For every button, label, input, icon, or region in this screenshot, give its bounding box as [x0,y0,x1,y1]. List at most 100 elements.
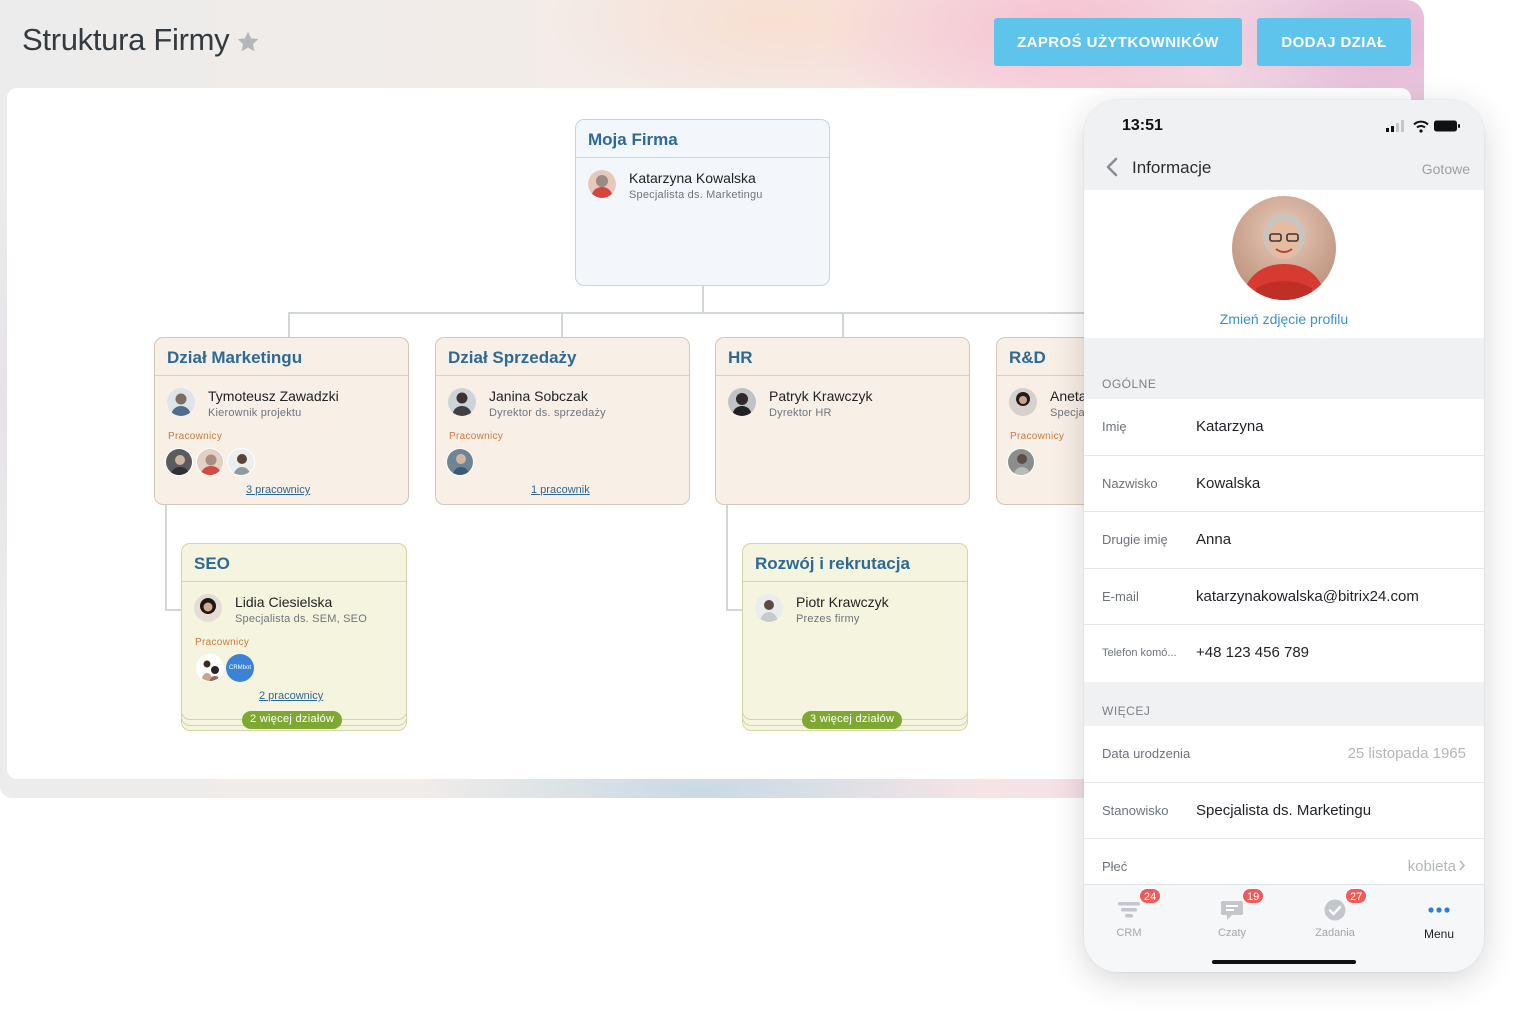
more-departments-badge[interactable]: 3 więcej działów [802,711,903,729]
nav-title: Informacje [1132,158,1212,177]
head-name[interactable]: Patryk Krawczyk [769,388,872,404]
home-indicator[interactable] [1212,960,1356,964]
head-role: Specja [1050,407,1085,419]
dept-card-hr[interactable]: HR Patryk Krawczyk Dyrektor HR [715,337,970,505]
dept-card-root[interactable]: Moja Firma Katarzyna Kowalska Specjalist… [575,119,830,286]
more-fields: Data urodzenia 25 listopada 1965 Stanowis… [1084,726,1484,896]
head-name[interactable]: Tymoteusz Zawadzki [208,388,339,404]
dept-card-seo[interactable]: SEO Lidia Ciesielska Specjalista ds. SEM… [181,543,407,720]
field-mobile-phone[interactable]: Telefon komó... +48 123 456 789 [1084,625,1484,682]
wifi-icon [1413,120,1429,133]
section-header-general: OGÓLNE [1102,377,1157,391]
field-label: Imię [1102,419,1127,434]
avatar [167,388,195,416]
field-label: Stanowisko [1102,802,1169,818]
page-title: Struktura Firmy [22,22,230,57]
field-value[interactable]: Katarzyna [1196,418,1264,435]
field-value[interactable]: Kowalska [1196,475,1260,492]
tab-chats[interactable]: 19 Czaty [1187,885,1277,945]
connector [726,609,742,611]
dept-title: SEO [182,544,406,582]
tab-menu[interactable]: Menu [1394,885,1484,945]
field-birth-date[interactable]: Data urodzenia 25 listopada 1965 [1084,726,1484,783]
avatar [194,594,222,622]
head-role: Specjalista ds. Marketingu [629,189,763,201]
field-value[interactable]: Anna [1196,531,1231,548]
field-position[interactable]: Stanowisko Specjalista ds. Marketingu [1084,783,1484,839]
more-departments-badge[interactable]: 2 więcej działów [242,711,343,729]
funnel-icon [1118,902,1140,918]
employees-link[interactable]: 2 pracownicy [259,690,323,702]
dept-card-recruitment[interactable]: Rozwój i rekrutacja Piotr Krawczyk Preze… [742,543,968,720]
tab-label: Czaty [1217,927,1247,939]
signal-icon [1386,120,1404,132]
connector [842,312,844,338]
avatar[interactable] [446,448,474,476]
dept-card-marketing[interactable]: Dział Marketingu Tymoteusz Zawadzki Kier… [154,337,409,505]
tab-label: CRM [1116,927,1142,939]
notification-badge: 27 [1345,888,1368,904]
check-circle-icon [1324,899,1346,921]
tab-tasks[interactable]: 27 Zadania [1290,885,1380,945]
avatar[interactable] [196,448,224,476]
status-icons [1386,120,1460,133]
general-fields: Imię Katarzyna Nazwisko Kowalska Drugie im… [1084,399,1484,682]
field-middle-name[interactable]: Drugie imię Anna [1084,512,1484,569]
avatar[interactable] [165,448,193,476]
field-first-name[interactable]: Imię Katarzyna [1084,399,1484,456]
gender-value[interactable]: kobieta [1408,858,1466,875]
field-label: Płeć [1102,859,1128,874]
status-time: 13:51 [1122,117,1163,134]
head-name[interactable]: Janina Sobczak [489,388,588,404]
employees-label: Pracownicy [195,637,250,648]
field-value[interactable]: Specjalista ds. Marketingu [1196,802,1371,819]
field-email[interactable]: E-mail katarzynakowalska@bitrix24.com [1084,569,1484,625]
head-role: Dyrektor ds. sprzedaży [489,407,606,419]
head-role: Dyrektor HR [769,407,832,419]
employees-link[interactable]: 3 pracownicy [246,484,310,496]
avatar [1009,388,1037,416]
avatar[interactable] [1007,448,1035,476]
avatar [755,594,783,622]
star-icon[interactable] [235,29,261,55]
battery-icon [1434,120,1460,132]
head-name[interactable]: Lidia Ciesielska [235,594,332,610]
chevron-right-icon [1459,860,1466,871]
notification-badge: 24 [1139,888,1162,904]
done-button[interactable]: Gotowe [1422,161,1470,177]
phone-screen: 13:51 Informacje Gotowe Zmień zdjęcie pr… [1084,100,1484,972]
back-chevron-icon[interactable] [1104,156,1120,178]
change-photo-link[interactable]: Zmień zdjęcie profilu [1084,311,1484,327]
head-role: Specjalista ds. SEM, SEO [235,613,367,625]
bot-label: CRMbot [228,665,251,671]
screen: Struktura Firmy ZAPROŚ UŻYTKOWNIKÓW DODA… [0,0,1524,1014]
tab-label: Menu [1423,927,1455,941]
connector [726,505,728,611]
head-name[interactable]: Piotr Krawczyk [796,594,889,610]
field-label: Nazwisko [1102,475,1158,491]
connector [561,312,563,338]
invite-users-button[interactable]: ZAPROŚ UŻYTKOWNIKÓW [994,18,1242,66]
field-label: E-mail [1102,588,1139,604]
employees-label: Pracownicy [1010,431,1065,442]
employees-link[interactable]: 1 pracownik [531,484,590,496]
dept-card-sales[interactable]: Dział Sprzedaży Janina Sobczak Dyrektor … [435,337,690,505]
field-last-name[interactable]: Nazwisko Kowalska [1084,456,1484,512]
dept-title: Dział Sprzedaży [436,338,689,376]
avatar [448,388,476,416]
head-name[interactable]: Katarzyna Kowalska [629,170,756,186]
add-department-button[interactable]: DODAJ DZIAŁ [1257,18,1411,66]
avatar[interactable] [196,654,224,682]
nav-bar: Informacje Gotowe [1084,146,1484,190]
crmbot-avatar[interactable]: CRMbot [226,654,254,682]
avatar [588,170,616,198]
head-role: Prezes firmy [796,613,860,625]
profile-photo[interactable] [1232,196,1336,300]
field-value[interactable]: 25 listopada 1965 [1348,745,1466,762]
section-header-more: WIĘCEJ [1102,704,1151,718]
tab-crm[interactable]: 24 CRM [1084,885,1174,945]
head-name[interactable]: Aneta [1050,388,1087,404]
avatar[interactable] [227,448,255,476]
field-value[interactable]: katarzynakowalska@bitrix24.com [1196,588,1419,605]
field-value[interactable]: +48 123 456 789 [1196,644,1309,661]
